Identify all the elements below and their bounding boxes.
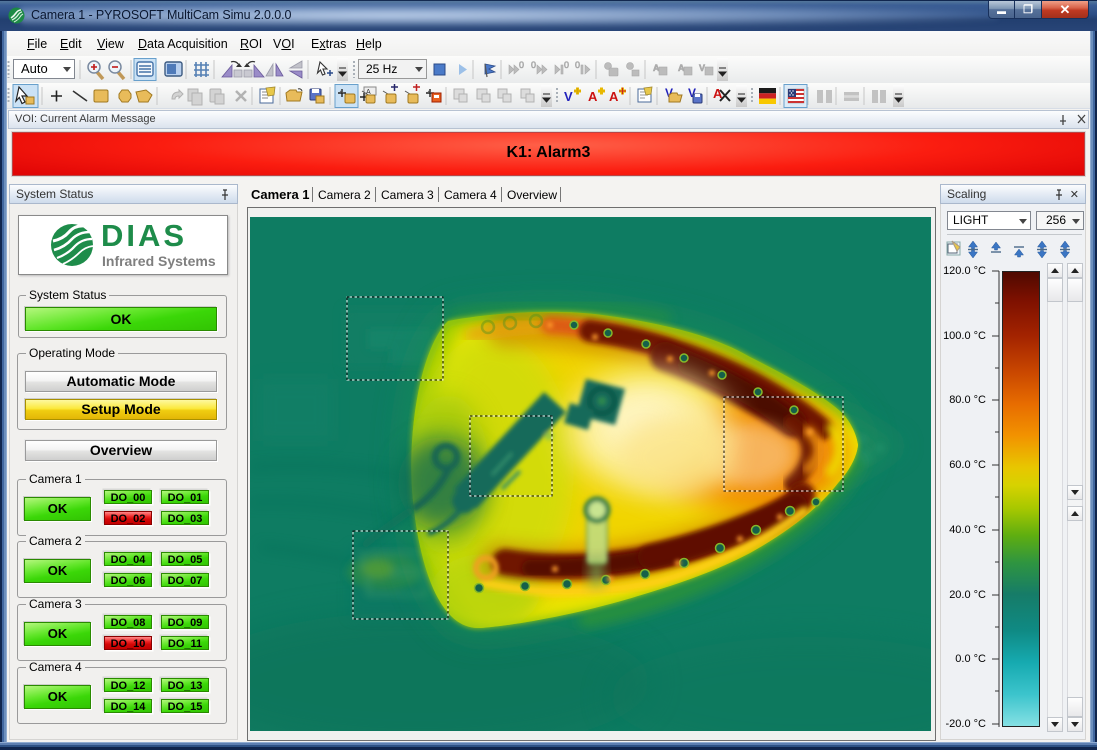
svg-text:A: A — [609, 89, 619, 104]
svg-text:V: V — [699, 63, 705, 73]
svg-text:V: V — [564, 89, 573, 104]
svg-text:A: A — [588, 89, 598, 104]
svg-text:0: 0 — [531, 60, 536, 70]
svg-text:0: 0 — [564, 60, 569, 70]
svg-text:0: 0 — [575, 60, 580, 70]
svg-text:0: 0 — [519, 60, 524, 70]
